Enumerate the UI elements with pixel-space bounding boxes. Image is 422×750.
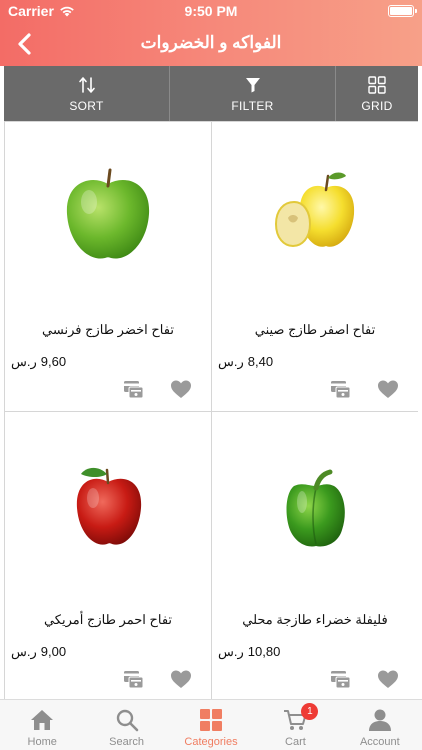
product-price: 9,60 ر.س: [11, 354, 66, 370]
filter-label: FILTER: [231, 98, 274, 113]
sort-label: SORT: [69, 98, 104, 113]
tab-account[interactable]: Account: [338, 700, 422, 750]
price-currency: ر.س: [11, 644, 37, 659]
product-image-green-apple: [5, 157, 211, 277]
nav-bar: الفواكه و الخضروات: [0, 22, 422, 66]
product-name: تفاح اخضر طازج فرنسي: [42, 322, 174, 337]
grid-icon: [368, 75, 386, 94]
product-actions: [121, 667, 193, 691]
grid-label: GRID: [361, 98, 393, 113]
filter-icon: [245, 77, 260, 92]
product-price: 10,80 ر.س: [218, 644, 280, 660]
product-actions: [328, 667, 400, 691]
heart-icon[interactable]: [376, 377, 400, 401]
price-value: 9,60: [40, 354, 67, 369]
tab-search[interactable]: Search: [84, 700, 168, 750]
status-time: 9:50 PM: [184, 3, 238, 19]
product-actions: [121, 377, 193, 401]
product-grid: تفاح اخضر طازج فرنسي 9,60 ر.س تفاح اصفر …: [4, 121, 418, 699]
tab-cart-label: Cart: [285, 736, 306, 748]
product-price: 9,00 ر.س: [11, 644, 66, 660]
price-value: 8,40: [247, 354, 274, 369]
sort-button[interactable]: SORT: [4, 66, 169, 121]
price-currency: ر.س: [11, 354, 37, 369]
product-image-yellow-apple: [212, 157, 418, 277]
filter-button[interactable]: FILTER: [169, 66, 335, 121]
add-to-cart-icon[interactable]: [328, 377, 352, 401]
add-to-cart-icon[interactable]: [121, 377, 145, 401]
product-card[interactable]: فليفلة خضراء طازجة محلي 10,80 ر.س: [211, 411, 418, 699]
tab-categories[interactable]: Categories: [169, 700, 253, 750]
tab-account-label: Account: [359, 736, 400, 748]
price-currency: ر.س: [218, 354, 244, 369]
sort-icon: [78, 76, 95, 93]
tab-cart[interactable]: 1 Cart: [253, 700, 337, 750]
price-value: 10,80: [247, 644, 281, 659]
categories-icon: [200, 709, 223, 731]
add-to-cart-icon[interactable]: [121, 667, 145, 691]
heart-icon[interactable]: [169, 667, 193, 691]
tab-bar: Home Search Categories 1 Cart Account: [0, 699, 422, 750]
product-card[interactable]: تفاح اصفر طازج صيني 8,40 ر.س: [211, 121, 418, 412]
product-name: فليفلة خضراء طازجة محلي: [242, 612, 388, 627]
battery-icon: [388, 5, 417, 17]
home-icon: [31, 710, 54, 730]
heart-icon[interactable]: [376, 667, 400, 691]
header: Carrier 9:50 PM الفواكه و الخضروات: [0, 0, 422, 66]
cart-badge: 1: [301, 703, 319, 720]
sort-filter-toolbar: SORT FILTER GRID: [4, 66, 418, 121]
product-price: 8,40 ر.س: [218, 354, 273, 370]
status-bar: Carrier 9:50 PM: [0, 0, 422, 22]
tab-search-label: Search: [109, 736, 145, 748]
product-actions: [328, 377, 400, 401]
product-name: تفاح اصفر طازج صيني: [254, 322, 376, 337]
product-image-green-pepper: [212, 447, 418, 567]
product-card[interactable]: تفاح اخضر طازج فرنسي 9,60 ر.س: [4, 121, 212, 412]
heart-icon[interactable]: [169, 377, 193, 401]
add-to-cart-icon[interactable]: [328, 667, 352, 691]
page-title: الفواكه و الخضروات: [140, 33, 282, 52]
account-icon: [368, 709, 391, 731]
product-card[interactable]: تفاح احمر طازج أمريكي 9,00 ر.س: [4, 411, 212, 699]
product-image-red-apple: [5, 447, 211, 567]
grid-button[interactable]: GRID: [335, 66, 418, 121]
search-icon: [116, 709, 138, 732]
tab-home[interactable]: Home: [0, 700, 84, 750]
tab-home-label: Home: [27, 736, 57, 748]
tab-categories-label: Categories: [184, 736, 238, 748]
price-value: 9,00: [40, 644, 67, 659]
price-currency: ر.س: [218, 644, 244, 659]
product-name: تفاح احمر طازج أمريكي: [43, 612, 173, 627]
